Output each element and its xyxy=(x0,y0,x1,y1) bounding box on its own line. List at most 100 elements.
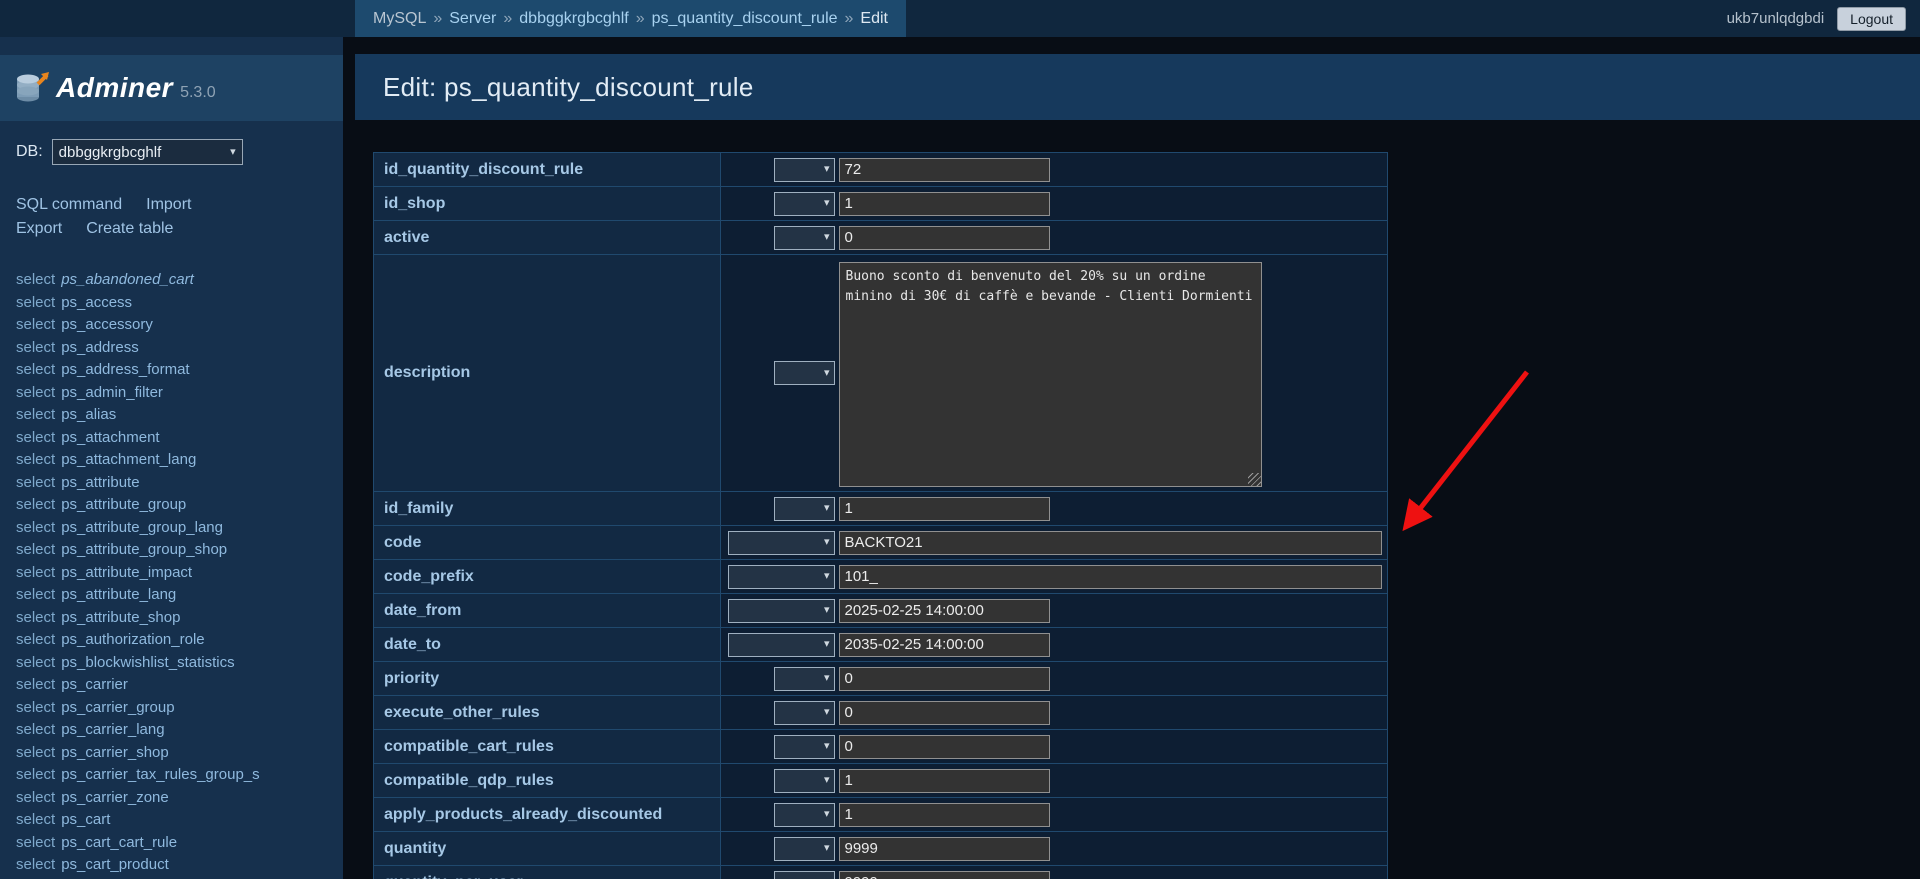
select-link-ps-carrier-lang[interactable]: select xyxy=(16,721,55,738)
function-select-date-to[interactable]: ▾ xyxy=(728,633,835,657)
field-input-date-from[interactable] xyxy=(839,599,1050,623)
select-link-ps-admin-filter[interactable]: select xyxy=(16,384,55,401)
resize-grip-icon[interactable] xyxy=(1248,473,1261,486)
function-select-quantity-per-user[interactable]: ▾ xyxy=(774,871,835,879)
field-input-compatible-qdp-rules[interactable] xyxy=(839,769,1050,793)
page-title: Edit: ps_quantity_discount_rule xyxy=(383,72,754,103)
logout-button[interactable]: Logout xyxy=(1837,7,1906,31)
function-select-compatible-cart-rules[interactable]: ▾ xyxy=(774,735,835,759)
field-input-id-quantity-discount-rule[interactable] xyxy=(839,158,1050,182)
function-select-id-shop[interactable]: ▾ xyxy=(774,192,835,216)
table-link-ps-attribute-impact[interactable]: ps_attribute_impact xyxy=(61,564,192,581)
db-select[interactable]: dbbggkrgbcghlf ▾ xyxy=(52,139,243,165)
select-link-ps-attribute-group-shop[interactable]: select xyxy=(16,541,55,558)
select-link-ps-authorization-role[interactable]: select xyxy=(16,631,55,648)
table-link-ps-attachment-lang[interactable]: ps_attachment_lang xyxy=(61,451,196,468)
function-select-code-prefix[interactable]: ▾ xyxy=(728,565,835,589)
field-textarea-description[interactable] xyxy=(839,262,1262,487)
chevron-down-icon: ▾ xyxy=(824,198,830,209)
table-link-ps-cart-product[interactable]: ps_cart_product xyxy=(61,856,169,873)
select-link-ps-attribute-shop[interactable]: select xyxy=(16,609,55,626)
table-link-ps-attribute-group-shop[interactable]: ps_attribute_group_shop xyxy=(61,541,227,558)
sidebar-link-import[interactable]: Import xyxy=(146,196,191,213)
field-input-code[interactable] xyxy=(839,531,1382,555)
select-link-ps-blockwishlist-statistics[interactable]: select xyxy=(16,654,55,671)
select-link-ps-cart-product[interactable]: select xyxy=(16,856,55,873)
function-select-quantity[interactable]: ▾ xyxy=(774,837,835,861)
table-link-ps-authorization-role[interactable]: ps_authorization_role xyxy=(61,631,204,648)
breadcrumb-ps-quantity-discount-rule[interactable]: ps_quantity_discount_rule xyxy=(652,10,838,28)
table-link-ps-cart-cart-rule[interactable]: ps_cart_cart_rule xyxy=(61,834,177,851)
table-link-ps-access[interactable]: ps_access xyxy=(61,294,132,311)
table-link-ps-carrier[interactable]: ps_carrier xyxy=(61,676,128,693)
function-select-priority[interactable]: ▾ xyxy=(774,667,835,691)
select-link-ps-attachment-lang[interactable]: select xyxy=(16,451,55,468)
select-link-ps-attribute-impact[interactable]: select xyxy=(16,564,55,581)
function-select-description[interactable]: ▾ xyxy=(774,361,835,385)
table-link-ps-abandoned-cart[interactable]: ps_abandoned_cart xyxy=(61,271,194,288)
select-link-ps-cart[interactable]: select xyxy=(16,811,55,828)
app-title[interactable]: Adminer xyxy=(56,72,173,104)
select-link-ps-abandoned-cart[interactable]: select xyxy=(16,271,55,288)
field-input-execute-other-rules[interactable] xyxy=(839,701,1050,725)
function-select-compatible-qdp-rules[interactable]: ▾ xyxy=(774,769,835,793)
field-input-id-shop[interactable] xyxy=(839,192,1050,216)
function-select-id-family[interactable]: ▾ xyxy=(774,497,835,521)
sidebar-link-sql-command[interactable]: SQL command xyxy=(16,196,122,213)
table-link-ps-blockwishlist-statistics[interactable]: ps_blockwishlist_statistics xyxy=(61,654,234,671)
table-link-ps-admin-filter[interactable]: ps_admin_filter xyxy=(61,384,163,401)
select-link-ps-attribute-lang[interactable]: select xyxy=(16,586,55,603)
table-link-ps-attribute-group-lang[interactable]: ps_attribute_group_lang xyxy=(61,519,223,536)
select-link-ps-carrier-tax-rules-group-s[interactable]: select xyxy=(16,766,55,783)
table-link-ps-address[interactable]: ps_address xyxy=(61,339,139,356)
table-link-ps-carrier-tax-rules-group-s[interactable]: ps_carrier_tax_rules_group_s xyxy=(61,766,259,783)
select-link-ps-attachment[interactable]: select xyxy=(16,429,55,446)
field-input-quantity[interactable] xyxy=(839,837,1050,861)
select-link-ps-accessory[interactable]: select xyxy=(16,316,55,333)
select-link-ps-carrier-shop[interactable]: select xyxy=(16,744,55,761)
field-input-quantity-per-user[interactable] xyxy=(839,871,1050,879)
table-link-ps-attribute-group[interactable]: ps_attribute_group xyxy=(61,496,186,513)
select-link-ps-carrier-zone[interactable]: select xyxy=(16,789,55,806)
select-link-ps-alias[interactable]: select xyxy=(16,406,55,423)
select-link-ps-carrier[interactable]: select xyxy=(16,676,55,693)
table-link-ps-alias[interactable]: ps_alias xyxy=(61,406,116,423)
table-link-ps-attachment[interactable]: ps_attachment xyxy=(61,429,159,446)
table-link-ps-attribute[interactable]: ps_attribute xyxy=(61,474,139,491)
sidebar-link-create-table[interactable]: Create table xyxy=(86,220,173,237)
breadcrumb-server[interactable]: Server xyxy=(449,10,496,28)
table-link-ps-cart[interactable]: ps_cart xyxy=(61,811,110,828)
select-link-ps-attribute-group-lang[interactable]: select xyxy=(16,519,55,536)
value-cell xyxy=(837,662,1388,696)
field-input-apply-products-already-discounted[interactable] xyxy=(839,803,1050,827)
table-link-ps-carrier-shop[interactable]: ps_carrier_shop xyxy=(61,744,169,761)
table-link-ps-accessory[interactable]: ps_accessory xyxy=(61,316,153,333)
function-select-date-from[interactable]: ▾ xyxy=(728,599,835,623)
breadcrumb-dbbggkrgbcghlf[interactable]: dbbggkrgbcghlf xyxy=(519,10,628,28)
table-link-ps-attribute-lang[interactable]: ps_attribute_lang xyxy=(61,586,176,603)
select-link-ps-attribute[interactable]: select xyxy=(16,474,55,491)
sidebar-link-export[interactable]: Export xyxy=(16,220,62,237)
select-link-ps-cart-cart-rule[interactable]: select xyxy=(16,834,55,851)
function-select-code[interactable]: ▾ xyxy=(728,531,835,555)
field-input-active[interactable] xyxy=(839,226,1050,250)
table-link-ps-carrier-lang[interactable]: ps_carrier_lang xyxy=(61,721,164,738)
function-select-execute-other-rules[interactable]: ▾ xyxy=(774,701,835,725)
field-input-date-to[interactable] xyxy=(839,633,1050,657)
table-link-ps-address-format[interactable]: ps_address_format xyxy=(61,361,189,378)
select-link-ps-access[interactable]: select xyxy=(16,294,55,311)
function-select-active[interactable]: ▾ xyxy=(774,226,835,250)
table-link-ps-carrier-zone[interactable]: ps_carrier_zone xyxy=(61,789,169,806)
function-select-apply-products-already-discounted[interactable]: ▾ xyxy=(774,803,835,827)
select-link-ps-address[interactable]: select xyxy=(16,339,55,356)
function-select-id-quantity-discount-rule[interactable]: ▾ xyxy=(774,158,835,182)
field-input-id-family[interactable] xyxy=(839,497,1050,521)
field-input-priority[interactable] xyxy=(839,667,1050,691)
select-link-ps-address-format[interactable]: select xyxy=(16,361,55,378)
field-input-code-prefix[interactable] xyxy=(839,565,1382,589)
table-link-ps-carrier-group[interactable]: ps_carrier_group xyxy=(61,699,174,716)
select-link-ps-carrier-group[interactable]: select xyxy=(16,699,55,716)
table-link-ps-attribute-shop[interactable]: ps_attribute_shop xyxy=(61,609,180,626)
field-input-compatible-cart-rules[interactable] xyxy=(839,735,1050,759)
select-link-ps-attribute-group[interactable]: select xyxy=(16,496,55,513)
